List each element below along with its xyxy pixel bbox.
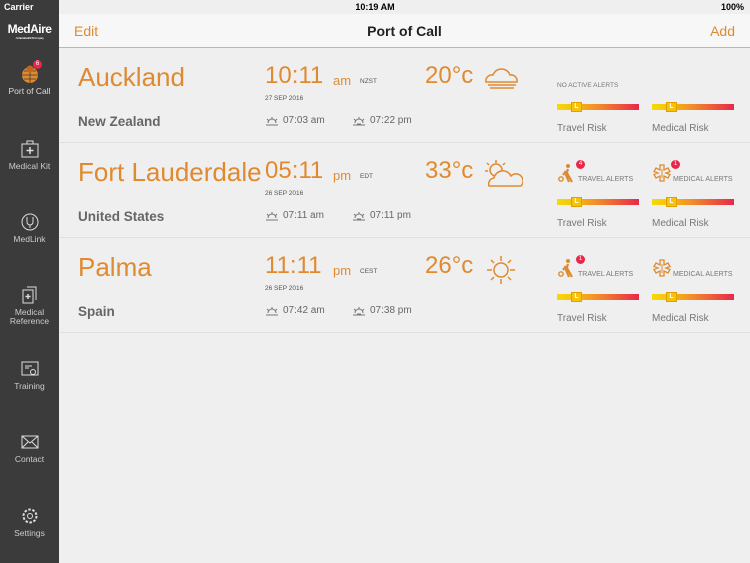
travel-risk-bar: L [557,292,639,302]
travel-alerts[interactable]: 1 TRAVEL ALERTS [557,255,633,278]
timezone: EDT [360,173,373,180]
weather [483,254,519,291]
sidebar-item-medical-reference[interactable]: Medical Reference [0,285,59,326]
sunrise: 07:42 am [265,305,325,316]
port-row[interactable]: Palma Spain 11:11 pm CEST 26 SEP 2016 07… [59,238,750,333]
medical-risk-bar: L [652,292,734,302]
sidebar-item-settings[interactable]: Settings [0,506,59,538]
risk-level-marker: L [571,102,582,112]
travel-risk-bar: L [557,197,639,207]
travel-alert-count: 1 [576,255,585,264]
sunset: 07:22 pm [352,115,412,126]
country-name: Spain [78,304,115,319]
sunset: 07:11 pm [352,210,411,221]
risk-level-marker: L [666,102,677,112]
weather [483,159,524,194]
medical-star-icon [653,259,671,277]
risk-level-marker: L [571,292,582,302]
port-badge: 6 [33,60,42,69]
add-button[interactable]: Add [710,23,735,39]
medical-risk-label: Medical Risk [652,313,709,324]
sidebar-item-medical-kit[interactable]: Medical Kit [0,139,59,171]
local-time: 10:11 [265,62,324,89]
medical-risk-bar: L [652,197,734,207]
gear-icon [22,508,37,524]
am-pm: pm [333,263,352,278]
timezone: NZST [360,78,377,85]
country-name: United States [78,209,165,224]
risk-level-marker: L [666,292,677,302]
no-active-alerts: NO ACTIVE ALERTS [557,82,619,89]
sidebar-item-medlink[interactable]: MedLink [0,212,59,244]
sunrise-icon [266,116,278,125]
medical-star-icon [653,164,671,182]
sunset: 07:38 pm [352,305,412,316]
timezone: CEST [360,268,378,275]
sunrise: 07:11 am [265,210,324,221]
sunset-icon [353,211,365,220]
sun-icon [487,256,515,284]
carrier: Carrier [4,2,34,12]
partly-cloudy-icon [485,160,524,187]
city-name: Auckland [78,62,185,92]
medical-alerts[interactable]: MEDICAL ALERTS [652,258,733,278]
medical-risk-label: Medical Risk [652,123,709,134]
am-pm: am [333,73,352,88]
medaire-logo: MedAire An International SOS Company [7,22,52,40]
city-name: Fort Lauderdale [78,157,262,187]
risk-level-marker: L [571,197,582,207]
clock: 10:19 AM [355,2,395,12]
sunrise-icon [266,306,278,315]
am-pm: pm [333,168,352,183]
envelope-icon [21,435,38,449]
port-row[interactable]: Fort Lauderdale United States 05:11 pm E… [59,143,750,238]
weather [483,64,521,97]
sidebar-item-contact[interactable]: Contact [0,432,59,464]
status-bar: Carrier 10:19 AM 100% [0,0,750,14]
sunrise-icon [266,211,278,220]
certificate-icon [21,361,38,376]
temperature: 20°c [425,62,474,89]
sidebar: MedAire An International SOS Company 6 Po… [0,0,59,563]
risk-level-marker: L [666,197,677,207]
sidebar-item-training[interactable]: Training [0,359,59,391]
traveler-icon [558,164,573,183]
stethoscope-icon [21,213,38,231]
nav-bar: Edit Port of Call Add [59,14,750,48]
travel-alert-count: 4 [576,160,585,169]
fog-icon [485,68,518,89]
local-time: 11:11 [265,252,322,279]
city-name: Palma [78,252,152,282]
travel-risk-label: Travel Risk [557,123,607,134]
local-time: 05:11 [265,157,324,184]
country-name: New Zealand [78,114,161,129]
port-row[interactable]: Auckland New Zealand 10:11 am NZST 27 SE… [59,48,750,143]
local-date: 26 SEP 2016 [265,285,304,292]
local-date: 27 SEP 2016 [265,95,304,102]
traveler-icon [558,259,573,278]
battery: 100% [720,2,744,12]
documents-icon [22,286,36,304]
travel-alerts[interactable]: 4 TRAVEL ALERTS [557,160,633,183]
local-date: 26 SEP 2016 [265,190,304,197]
sunrise: 07:03 am [265,115,325,126]
travel-risk-label: Travel Risk [557,218,607,229]
page-title: Port of Call [367,23,442,39]
medical-risk-label: Medical Risk [652,218,709,229]
medical-risk-bar: L [652,102,734,112]
sidebar-item-port-of-call[interactable]: 6 Port of Call [0,60,59,96]
sunset-icon [353,306,365,315]
medical-alerts[interactable]: 1 MEDICAL ALERTS [652,160,733,183]
travel-risk-label: Travel Risk [557,313,607,324]
sunset-icon [353,116,365,125]
temperature: 33°c [425,157,474,184]
medical-alert-count: 1 [671,160,680,169]
travel-risk-bar: L [557,102,639,112]
medical-kit-icon [21,140,38,158]
temperature: 26°c [425,252,474,279]
